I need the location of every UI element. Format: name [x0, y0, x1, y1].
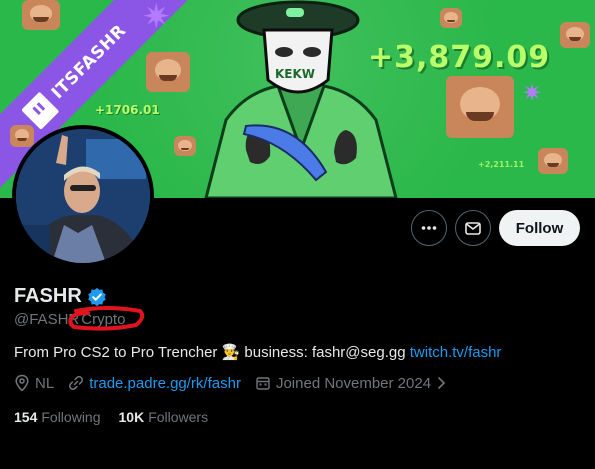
meme-face-icon [538, 148, 568, 174]
meme-face-icon [446, 76, 514, 138]
follow-button[interactable]: Follow [499, 210, 580, 246]
more-options-button[interactable] [411, 210, 447, 246]
meme-face-icon [10, 125, 34, 147]
followers-stat[interactable]: 10K Followers [119, 409, 209, 425]
meme-face-icon [560, 22, 590, 48]
joined-item[interactable]: Joined November 2024 [255, 375, 446, 392]
avatar-person-illustration [16, 129, 150, 263]
masked-character-illustration [204, 0, 398, 198]
banner-small-number: +1706.01 [95, 103, 160, 117]
meme-face-icon [22, 0, 60, 30]
chevron-right-icon [438, 377, 446, 389]
bio-text: From Pro CS2 to Pro Trencher 👨‍🍳 busines… [14, 344, 410, 361]
following-stat[interactable]: 154 Following [14, 409, 101, 425]
following-count: 154 [14, 409, 38, 425]
website-item: trade.padre.gg/rk/fashr [68, 375, 241, 392]
location-pin-icon [15, 374, 29, 392]
avatar-photo [16, 129, 150, 263]
following-label: Following [41, 409, 101, 425]
purple-spark-icon: ✷ [142, 0, 171, 36]
banner-tiny-number: +2,211.11 [478, 160, 525, 169]
location-text: NL [35, 374, 55, 392]
bio-twitch-link[interactable]: twitch.tv/fashr [410, 344, 502, 361]
meme-face-icon [146, 52, 190, 92]
mask-text: KEKW [274, 67, 316, 81]
meme-face-icon [440, 8, 462, 28]
red-scribble-annotation [68, 306, 145, 331]
followers-count: 10K [118, 409, 145, 425]
profile-avatar[interactable] [12, 125, 154, 267]
website-link[interactable]: trade.padre.gg/rk/fashr [89, 375, 241, 392]
followers-label: Followers [148, 409, 209, 425]
bio: From Pro CS2 to Pro Trencher 👨‍🍳 busines… [14, 343, 501, 361]
location-item: NL [14, 374, 54, 392]
follow-stats: 154 Following 10K Followers [14, 409, 208, 425]
purple-spark-icon: ✷ [522, 80, 543, 107]
ellipsis-icon [421, 226, 437, 230]
link-icon [69, 376, 84, 390]
envelope-icon [465, 222, 481, 235]
profile-meta-row: NL trade.padre.gg/rk/fashr Joined Novemb… [14, 374, 460, 392]
joined-date: Joined November 2024 [275, 374, 432, 392]
calendar-icon [256, 377, 270, 390]
message-button[interactable] [455, 210, 491, 246]
